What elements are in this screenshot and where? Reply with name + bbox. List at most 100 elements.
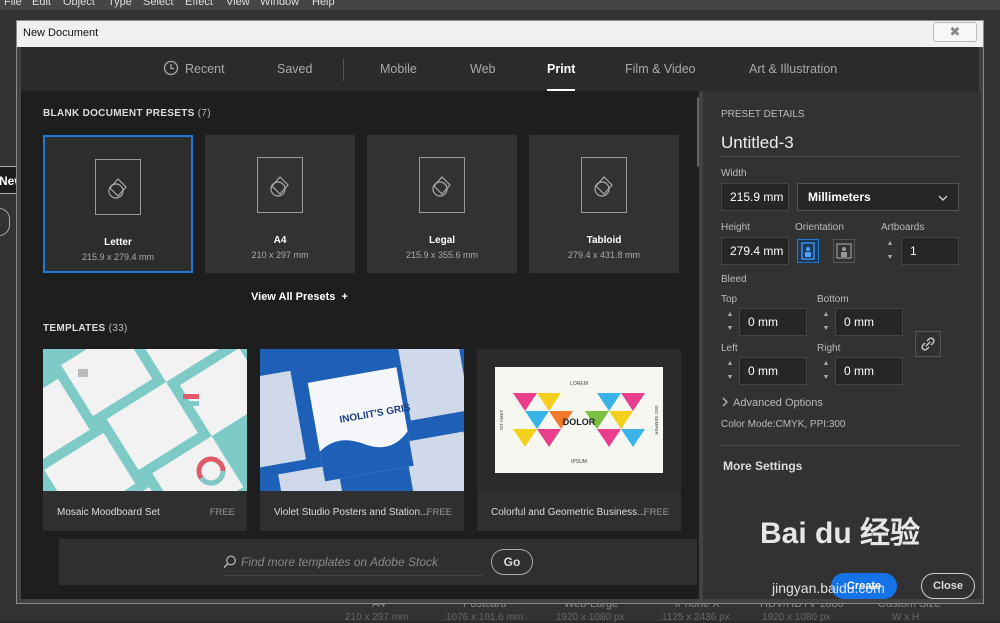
bleed-bottom-input[interactable]: 0 mm: [835, 308, 903, 336]
app-menubar: File Edit Object Type Select Effect View…: [0, 0, 1000, 10]
menu-effect[interactable]: Effect: [185, 0, 213, 8]
search-icon: [223, 555, 237, 569]
details-divider: [721, 445, 959, 446]
card-word: LOREM: [570, 381, 588, 387]
artboards-stepper[interactable]: ▲ ▼: [883, 237, 897, 265]
templates-section-label: TEMPLATES: [43, 323, 106, 334]
go-button[interactable]: Go: [491, 549, 533, 575]
stepper-down-icon: ▼: [822, 374, 830, 381]
stepper-down-icon: ▼: [726, 374, 734, 381]
stock-search-input[interactable]: Find more templates on Adobe Stock: [223, 549, 483, 576]
stock-search-bar: Find more templates on Adobe Stock Go: [59, 539, 697, 585]
artboards-input[interactable]: 1: [901, 237, 959, 265]
bleed-right-stepper[interactable]: ▲ ▼: [819, 357, 833, 385]
link-icon: [921, 337, 935, 351]
presets-scrollbar[interactable]: [697, 97, 699, 167]
bleed-left-stepper[interactable]: ▲ ▼: [723, 357, 737, 385]
link-bleed-button[interactable]: [915, 331, 941, 357]
artboards-label: Artboards: [881, 222, 925, 233]
stepper-down-icon: ▼: [886, 254, 894, 261]
tab-recent[interactable]: Recent: [163, 47, 225, 91]
baidu-watermark-logo: Bai du 经验: [760, 517, 921, 550]
bleed-right-input[interactable]: 0 mm: [835, 357, 903, 385]
presets-section-title: BLANK DOCUMENT PRESETS (7): [43, 108, 211, 119]
clock-icon: [163, 60, 179, 76]
bg-preset-dim: 1920 x 1080 px: [762, 612, 831, 623]
template-thumbnail: INOLIIT'S GRIS: [260, 349, 464, 491]
tab-film-video[interactable]: Film & Video: [625, 47, 696, 91]
menu-window[interactable]: Window: [260, 0, 299, 8]
color-mode-text: Color Mode:CMYK, PPI:300: [721, 419, 846, 430]
portrait-orientation-button[interactable]: [797, 239, 819, 263]
templates-count: (33): [108, 323, 128, 334]
preset-name: Letter: [104, 237, 132, 248]
menu-object[interactable]: Object: [63, 0, 95, 8]
tab-saved[interactable]: Saved: [277, 47, 312, 91]
card-word: SIT AMET: [499, 410, 504, 431]
units-dropdown[interactable]: Millimeters: [797, 183, 959, 211]
preset-card[interactable]: Tabloid 279.4 x 431.8 mm: [529, 135, 679, 273]
menu-select[interactable]: Select: [143, 0, 174, 8]
stepper-up-icon: ▲: [822, 360, 830, 367]
stepper-down-icon: ▼: [822, 325, 830, 332]
bleed-label: Bleed: [721, 274, 747, 285]
view-all-label: View All Presets: [251, 291, 336, 303]
card-word: IPSUM: [571, 459, 587, 465]
chevron-down-icon: [938, 195, 948, 201]
preset-card[interactable]: Letter 215.9 x 279.4 mm: [43, 135, 193, 273]
dialog-close-button[interactable]: ✖: [933, 22, 977, 42]
menu-file[interactable]: File: [4, 0, 22, 8]
tab-mobile[interactable]: Mobile: [380, 47, 417, 91]
width-input[interactable]: 215.9 mm: [721, 183, 789, 211]
details-header: PRESET DETAILS: [721, 109, 805, 120]
bleed-left-input[interactable]: 0 mm: [739, 357, 807, 385]
name-underline: [721, 156, 959, 157]
menu-help[interactable]: Help: [312, 0, 335, 8]
units-value: Millimeters: [808, 190, 871, 204]
template-badge: FREE: [643, 507, 669, 518]
close-icon: ✖: [949, 24, 961, 39]
bleed-top-input[interactable]: 0 mm: [739, 308, 807, 336]
height-label: Height: [721, 222, 750, 233]
template-thumbnail: [43, 349, 247, 491]
bleed-top-stepper[interactable]: ▲ ▼: [723, 308, 737, 336]
tab-web[interactable]: Web: [470, 47, 495, 91]
menu-type[interactable]: Type: [108, 0, 132, 8]
bleed-bottom-stepper[interactable]: ▲ ▼: [819, 308, 833, 336]
landscape-icon: [836, 243, 852, 259]
template-card[interactable]: Mosaic Moodboard Set FREE: [43, 349, 247, 531]
stepper-up-icon: ▲: [726, 360, 734, 367]
menu-view[interactable]: View: [226, 0, 250, 8]
preset-card[interactable]: Legal 215.9 x 355.6 mm: [367, 135, 517, 273]
document-preset-icon: [419, 157, 465, 213]
preset-card[interactable]: A4 210 x 297 mm: [205, 135, 355, 273]
tab-art-illustration[interactable]: Art & Illustration: [749, 47, 837, 91]
more-settings-button[interactable]: More Settings: [723, 459, 802, 473]
close-button[interactable]: Close: [921, 573, 975, 599]
presets-section-label: BLANK DOCUMENT PRESETS: [43, 108, 195, 119]
template-name: Colorful and Geometric Business...: [491, 507, 646, 518]
dialog-title: New Document: [23, 27, 99, 39]
search-placeholder: Find more templates on Adobe Stock: [241, 555, 438, 569]
advanced-options-toggle[interactable]: Advanced Options: [721, 397, 823, 409]
plus-icon: +: [341, 291, 348, 303]
card-word: SED SEMPER: [654, 405, 659, 435]
view-all-presets-link[interactable]: View All Presets +: [251, 291, 348, 303]
template-name: Mosaic Moodboard Set: [57, 507, 160, 518]
presets-count: (7): [197, 108, 211, 119]
menu-edit[interactable]: Edit: [32, 0, 51, 8]
stepper-up-icon: ▲: [726, 311, 734, 318]
height-input[interactable]: 279.4 mm: [721, 237, 789, 265]
chevron-right-icon: [722, 397, 728, 407]
preset-name: Legal: [428, 235, 456, 246]
bleed-top-label: Top: [721, 294, 738, 305]
template-badge: FREE: [426, 507, 452, 518]
tab-print[interactable]: Print: [547, 47, 576, 91]
document-name-input[interactable]: Untitled-3: [721, 133, 794, 153]
preset-dimensions: 215.9 x 355.6 mm: [405, 250, 479, 260]
preset-name: Tabloid: [586, 235, 622, 246]
template-card[interactable]: DOLOR LOREM IPSUM SIT AMET SED SEMPER Co…: [477, 349, 681, 531]
landscape-orientation-button[interactable]: [833, 239, 855, 263]
template-card[interactable]: INOLIIT'S GRIS Violet Studio Posters and…: [260, 349, 464, 531]
bg-preset-dim: 1920 x 1080 px: [556, 612, 625, 623]
